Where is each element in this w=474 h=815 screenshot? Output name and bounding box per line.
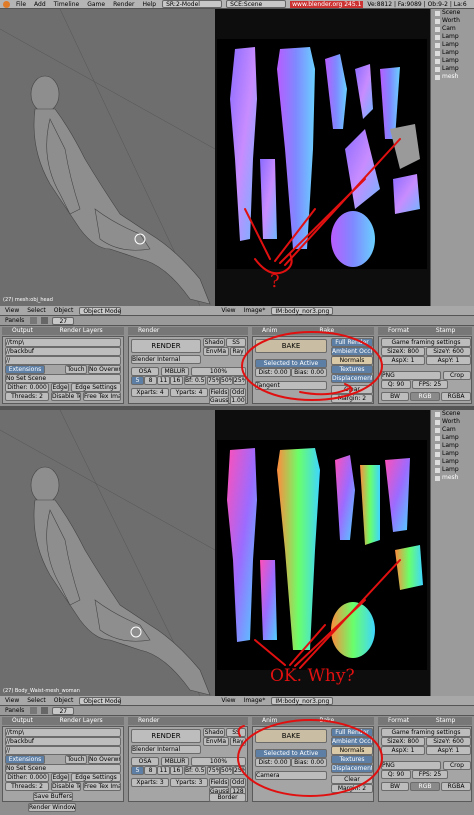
buttons-header-bottom: Panels 27 <box>0 706 474 716</box>
object-status-label: (27) Body_Waist-mesh_woman <box>3 688 80 694</box>
outliner-row[interactable]: Lamp <box>431 33 474 41</box>
frame-field[interactable]: 27 <box>52 316 75 325</box>
mesh-icon <box>435 74 440 80</box>
camera-icon <box>435 26 440 32</box>
uv-menu-image[interactable]: Image* <box>242 307 268 314</box>
outliner-row[interactable]: Lamp <box>431 442 474 450</box>
lamp-icon <box>435 58 440 64</box>
menu-view[interactable]: View <box>3 307 21 314</box>
camera-icon <box>435 427 440 433</box>
view-header-bottom: View Select Object Object Mode View Imag… <box>0 696 474 706</box>
uv-menu-view[interactable]: View <box>219 697 237 704</box>
buttons-header-top: Panels 27 <box>0 316 474 326</box>
outliner-top[interactable]: Scene Worth Cam Lamp Lamp Lamp Lamp Lamp… <box>430 9 474 306</box>
outliner-row[interactable]: Scene <box>431 9 474 17</box>
annotation-question: ? <box>270 271 280 292</box>
view-header-top: View Select Object Object Mode View Imag… <box>0 306 474 316</box>
mode-selector[interactable]: Object Mode <box>79 306 122 315</box>
menu-view[interactable]: View <box>3 697 21 704</box>
image-selector[interactable]: IM:body_nor3.png <box>271 306 334 315</box>
outliner-row[interactable]: Cam <box>431 426 474 434</box>
render-buttons-icon[interactable] <box>41 317 49 324</box>
outliner-row[interactable]: Worth <box>431 17 474 25</box>
buttons-window-bottom: Output Render Layers //tmp\ //backbuf //… <box>0 716 474 815</box>
mesh-icon <box>435 475 440 481</box>
panels-menu[interactable]: Panels <box>3 317 26 324</box>
uv-menu-view[interactable]: View <box>219 307 237 314</box>
render-scene-icon[interactable] <box>30 707 38 714</box>
normal-map-texture <box>217 440 427 670</box>
outliner-row[interactable]: Lamp <box>431 57 474 65</box>
outliner-row[interactable]: Lamp <box>431 41 474 49</box>
outliner-row[interactable]: Lamp <box>431 434 474 442</box>
uv-menu-image[interactable]: Image* <box>242 697 268 704</box>
image-selector[interactable]: IM:body_nor3.png <box>271 696 334 705</box>
object-status-label: (27) mesh:obj_head <box>3 297 53 303</box>
world-icon <box>435 18 440 24</box>
viewport-3d-top[interactable]: (27) mesh:obj_head <box>0 9 215 306</box>
outliner-row[interactable]: Lamp <box>431 466 474 474</box>
menu-help[interactable]: Help <box>140 1 158 8</box>
panels-menu[interactable]: Panels <box>3 707 26 714</box>
lamp-icon <box>435 42 440 48</box>
lamp-icon <box>435 66 440 72</box>
menu-file[interactable]: File <box>14 1 28 8</box>
figure-model <box>0 9 215 306</box>
buttons-window-top: Output Render Layers //tmp\ //backbuf //… <box>0 326 474 406</box>
lamp-icon <box>435 459 440 465</box>
scene-icon <box>435 10 440 16</box>
menu-object[interactable]: Object <box>52 697 76 704</box>
outliner-bottom[interactable]: Scene Worth Cam Lamp Lamp Lamp Lamp Lamp… <box>430 410 474 696</box>
lamp-icon <box>435 443 440 449</box>
outliner-row[interactable]: Worth <box>431 418 474 426</box>
lamp-icon <box>435 435 440 441</box>
red-circle-annotation <box>241 331 383 401</box>
menu-render[interactable]: Render <box>111 1 136 8</box>
menu-game[interactable]: Game <box>85 1 107 8</box>
scene-icon <box>435 411 440 417</box>
scene-selector[interactable]: SCE:Scene <box>226 0 287 8</box>
lamp-icon <box>435 34 440 40</box>
lamp-icon <box>435 50 440 56</box>
outliner-row[interactable]: Lamp <box>431 65 474 73</box>
top-menubar: File Add Timeline Game Render Help SR:2-… <box>0 0 474 9</box>
menu-select[interactable]: Select <box>25 697 48 704</box>
uv-image-editor-top[interactable]: ? <box>215 9 430 306</box>
outliner-row[interactable]: mesh <box>431 474 474 482</box>
screen-selector[interactable]: SR:2-Model <box>162 0 223 8</box>
annotation-ok-why: OK. Why? <box>270 666 355 686</box>
normal-map-texture <box>217 39 427 275</box>
menu-add[interactable]: Add <box>32 1 48 8</box>
uv-image-editor-bottom[interactable]: OK. Why? <box>215 410 430 696</box>
site-label: www.blender.org 245.1 <box>290 0 364 8</box>
blender-logo-icon <box>3 0 10 8</box>
outliner-row[interactable]: Lamp <box>431 458 474 466</box>
world-icon <box>435 419 440 425</box>
outliner-row[interactable]: Lamp <box>431 49 474 57</box>
menu-select[interactable]: Select <box>25 307 48 314</box>
render-scene-icon[interactable] <box>30 317 38 324</box>
menu-timeline[interactable]: Timeline <box>52 1 82 8</box>
lamp-icon <box>435 467 440 473</box>
outliner-row[interactable]: Lamp <box>431 450 474 458</box>
lamp-icon <box>435 451 440 457</box>
viewport-3d-bottom[interactable]: (27) Body_Waist-mesh_woman <box>0 410 215 696</box>
frame-field[interactable]: 27 <box>52 706 75 715</box>
red-circle-annotation <box>237 719 383 797</box>
scene-stats: Ve:8812 | Fa:9089 | Ob:9-2 | La:6 <box>367 0 467 8</box>
render-buttons-icon[interactable] <box>41 707 49 714</box>
outliner-row[interactable]: Cam <box>431 25 474 33</box>
menu-object[interactable]: Object <box>52 307 76 314</box>
mode-selector[interactable]: Object Mode <box>79 696 122 705</box>
figure-model <box>0 410 215 696</box>
outliner-row[interactable]: mesh <box>431 73 474 81</box>
outliner-row[interactable]: Scene <box>431 410 474 418</box>
